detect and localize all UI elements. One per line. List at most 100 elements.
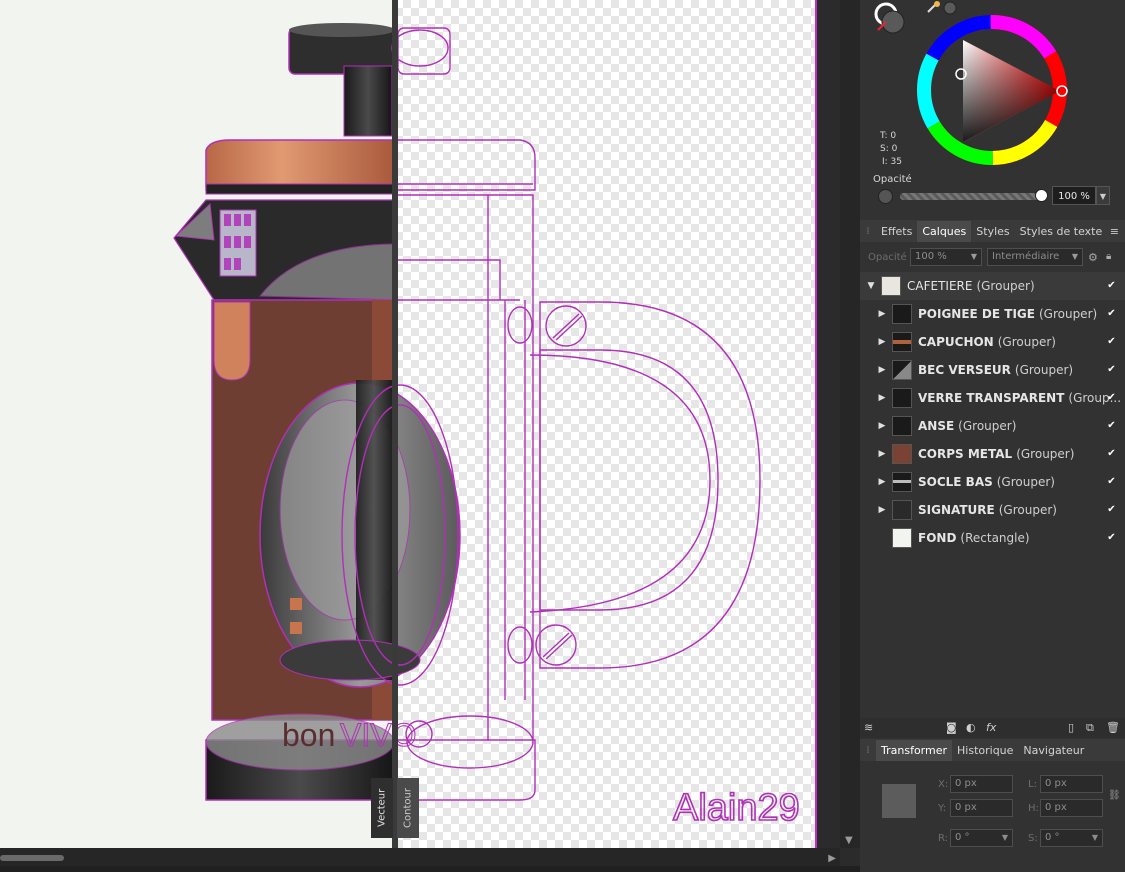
opacity-value-field[interactable]: 100 % bbox=[1052, 186, 1096, 205]
x-field[interactable]: 0 px bbox=[950, 775, 1013, 793]
coffee-press-artwork[interactable]: bon VIVO Alain29 bbox=[0, 0, 815, 848]
expand-arrow-icon[interactable]: ▶ bbox=[876, 337, 888, 347]
visibility-checkbox[interactable]: ✔ bbox=[1106, 532, 1117, 543]
expand-arrow-icon[interactable]: ▶ bbox=[876, 365, 888, 375]
layer-type: (Grouper) bbox=[958, 419, 1017, 433]
vertical-scrollbar[interactable]: ▼ bbox=[840, 0, 860, 848]
layer-row-cafetiere[interactable]: ▼ CAFETIERE (Grouper) ✔ bbox=[860, 272, 1125, 300]
expand-arrow-icon[interactable]: ▶ bbox=[876, 505, 888, 515]
expand-arrow-icon[interactable]: ▶ bbox=[876, 477, 888, 487]
adjustment-icon[interactable]: ◐ bbox=[966, 721, 976, 734]
blend-mode-select[interactable]: Intermédiaire ▼ bbox=[987, 248, 1083, 266]
shear-field[interactable]: 0 ° ▼ bbox=[1040, 829, 1103, 847]
canvas-area[interactable]: bon VIVO Alain29 Vecteur Contour bbox=[0, 0, 840, 848]
horizontal-scroll-thumb[interactable] bbox=[0, 855, 64, 861]
blend-mode-value: Intermédiaire bbox=[992, 251, 1060, 262]
opacity-slider-handle[interactable] bbox=[1035, 189, 1048, 202]
split-view-divider[interactable] bbox=[392, 0, 398, 848]
fx-icon[interactable]: fx bbox=[986, 721, 996, 734]
tab-styles[interactable]: Styles bbox=[971, 221, 1014, 242]
layer-row[interactable]: ▶ CAPUCHON (Grouper) ✔ bbox=[860, 328, 1125, 356]
layer-row[interactable]: ▶ CORPS METAL (Grouper) ✔ bbox=[860, 440, 1125, 468]
layer-name: VERRE TRANSPARENT bbox=[918, 391, 1065, 405]
layers-list: ▼ CAFETIERE (Grouper) ✔ ▶ POIGNEE DE TIG… bbox=[860, 272, 1125, 720]
visibility-checkbox[interactable]: ✔ bbox=[1106, 280, 1117, 291]
layer-opacity-value: 100 % bbox=[915, 251, 947, 262]
fill-stroke-swatch[interactable] bbox=[874, 2, 905, 34]
lightness-value: I: 35 bbox=[882, 157, 902, 167]
layer-name: SOCLE BAS bbox=[918, 475, 993, 489]
layer-row[interactable]: ▶ ANSE (Grouper) ✔ bbox=[860, 412, 1125, 440]
visibility-checkbox[interactable]: ✔ bbox=[1106, 392, 1117, 403]
expand-arrow-icon[interactable]: ▶ bbox=[876, 309, 888, 319]
tab-historique[interactable]: Historique bbox=[952, 740, 1018, 761]
height-field[interactable]: 0 px bbox=[1040, 799, 1103, 817]
layer-type: (Grouper) bbox=[998, 503, 1057, 517]
visibility-checkbox[interactable]: ✔ bbox=[1106, 476, 1117, 487]
scroll-down-icon[interactable]: ▼ bbox=[845, 835, 853, 846]
eyedropper-icon[interactable] bbox=[927, 1, 940, 13]
new-layer-icon[interactable]: ▯ bbox=[1068, 721, 1074, 734]
collapse-arrow-icon[interactable]: ▼ bbox=[865, 281, 877, 291]
layers-stack-icon[interactable]: ≋ bbox=[864, 721, 873, 734]
visibility-checkbox[interactable]: ✔ bbox=[1106, 504, 1117, 515]
layer-row[interactable]: ▶ SIGNATURE (Grouper) ✔ bbox=[860, 496, 1125, 524]
visibility-checkbox[interactable]: ✔ bbox=[1106, 308, 1117, 319]
tab-styles-de-texte[interactable]: Styles de texte bbox=[1015, 221, 1108, 242]
visibility-checkbox[interactable]: ✔ bbox=[1106, 420, 1117, 431]
outline-mode-label[interactable]: Contour bbox=[397, 778, 419, 838]
layer-name: CAFETIERE bbox=[907, 279, 973, 293]
layer-opacity-select[interactable]: 100 % ▼ bbox=[910, 248, 982, 266]
layer-row[interactable]: ▶ SOCLE BAS (Grouper) ✔ bbox=[860, 468, 1125, 496]
layer-name: ANSE bbox=[918, 419, 955, 433]
expand-arrow-icon[interactable]: ▶ bbox=[876, 421, 888, 431]
document[interactable]: bon VIVO Alain29 Vecteur Contour bbox=[0, 0, 817, 848]
tab-calques[interactable]: Calques bbox=[917, 220, 972, 242]
anchor-point-selector[interactable] bbox=[882, 784, 916, 818]
layer-thumbnail bbox=[892, 416, 912, 436]
hsl-readout: T: 0 S: 0 I: 35 bbox=[880, 130, 902, 169]
layer-toolbar: ≋ ◙ ◐ fx ▯ ⧉ 🗑︎ bbox=[860, 718, 1125, 738]
layer-row[interactable]: ▶ BEC VERSEUR (Grouper) ✔ bbox=[860, 356, 1125, 384]
transform-panel: X: 0 px L: 0 px Y: 0 px H: 0 px ⛓ R: 0 °… bbox=[860, 762, 1125, 872]
layer-name: CORPS METAL bbox=[918, 447, 1013, 461]
opacity-label: Opacité bbox=[873, 174, 912, 185]
visibility-checkbox[interactable]: ✔ bbox=[1106, 336, 1117, 347]
tab-navigateur[interactable]: Navigateur bbox=[1018, 740, 1089, 761]
link-icon[interactable]: ⛓ bbox=[1108, 790, 1121, 801]
layer-type: (Grouper) bbox=[976, 279, 1035, 293]
layer-type: (Grouper) bbox=[1038, 307, 1098, 321]
panel-grip-icon[interactable]: ⁞ bbox=[860, 745, 876, 756]
mask-icon[interactable]: ◙ bbox=[946, 721, 957, 734]
saturation-value: S: 0 bbox=[880, 144, 898, 154]
width-field[interactable]: 0 px bbox=[1040, 775, 1103, 793]
trash-icon[interactable]: 🗑︎ bbox=[1106, 721, 1120, 734]
gear-icon[interactable]: ⚙ bbox=[1088, 251, 1098, 264]
tab-effets[interactable]: Effets bbox=[876, 221, 917, 242]
rotation-label: R: bbox=[938, 833, 949, 844]
panel-menu-icon[interactable]: ≡ bbox=[1110, 225, 1119, 238]
visibility-checkbox[interactable]: ✔ bbox=[1106, 364, 1117, 375]
layer-row[interactable]: FOND (Rectangle) ✔ bbox=[860, 524, 1125, 552]
layer-row[interactable]: ▶ POIGNEE DE TIGE (Grouper) ✔ bbox=[860, 300, 1125, 328]
scroll-right-icon[interactable]: ▶ bbox=[828, 853, 836, 864]
expand-arrow-icon[interactable]: ▶ bbox=[876, 449, 888, 459]
lock-icon[interactable]: 🔒︎ bbox=[1106, 251, 1111, 262]
recent-color-swatch[interactable] bbox=[943, 1, 957, 15]
signature-text: Alain29 bbox=[673, 787, 800, 829]
visibility-checkbox[interactable]: ✔ bbox=[1106, 448, 1117, 459]
duplicate-layer-icon[interactable]: ⧉ bbox=[1086, 721, 1094, 735]
transform-tabbar: ⁞ Transformer Historique Navigateur bbox=[860, 739, 1125, 761]
rotation-field[interactable]: 0 ° ▼ bbox=[950, 829, 1013, 847]
tab-transformer[interactable]: Transformer bbox=[876, 739, 953, 761]
layer-type: (Grouper) bbox=[1014, 363, 1074, 377]
layer-thumbnail bbox=[892, 388, 912, 408]
y-field[interactable]: 0 px bbox=[950, 799, 1013, 817]
panel-grip-icon[interactable]: ⁞ bbox=[860, 226, 876, 237]
layer-thumbnail bbox=[892, 500, 912, 520]
opacity-dropdown-icon[interactable]: ▼ bbox=[1096, 186, 1110, 205]
opacity-slider[interactable] bbox=[900, 193, 1040, 200]
layer-row[interactable]: ▶ VERRE TRANSPARENT (Group... ✔ bbox=[860, 384, 1125, 412]
vector-mode-label[interactable]: Vecteur bbox=[371, 778, 393, 838]
expand-arrow-icon[interactable]: ▶ bbox=[876, 393, 888, 403]
